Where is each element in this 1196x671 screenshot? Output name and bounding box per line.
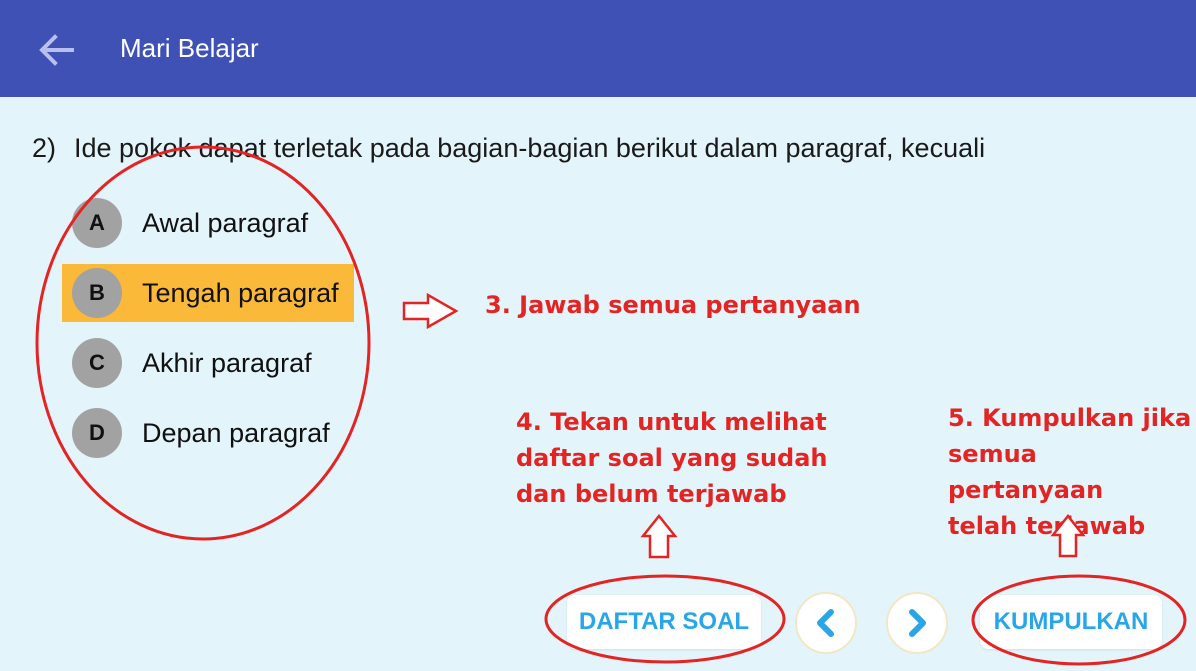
arrow-up-icon [640, 513, 678, 559]
arrow-up-icon [1050, 513, 1086, 558]
annotation-overlay [35, 145, 1187, 666]
options-highlight-ellipse [35, 145, 371, 541]
daftar-soal-highlight-ellipse [544, 574, 786, 664]
arrow-right-icon [402, 292, 459, 330]
kumpulkan-highlight-ellipse [971, 574, 1187, 666]
